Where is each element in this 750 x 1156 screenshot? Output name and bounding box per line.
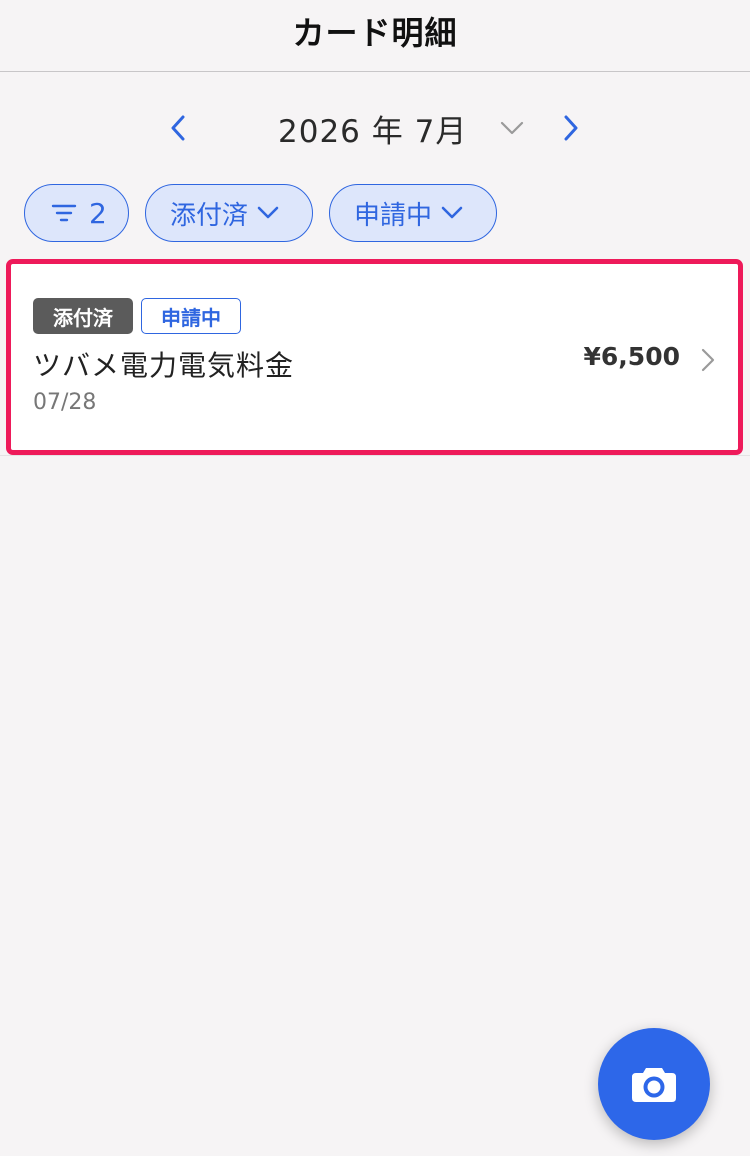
chevron-right-icon — [698, 346, 718, 374]
chevron-down-icon — [499, 120, 525, 136]
camera-icon — [632, 1068, 676, 1102]
transaction-badges: 添付済 申請中 — [33, 298, 241, 334]
page-title: カード明細 — [292, 14, 458, 52]
chevron-down-icon — [256, 205, 280, 221]
chevron-down-icon — [440, 205, 464, 221]
chevron-left-icon — [171, 115, 185, 141]
header-bar: カード明細 — [0, 0, 750, 72]
filter-chips: 2 添付済 申請中 — [24, 184, 497, 244]
camera-button[interactable] — [598, 1028, 710, 1140]
filter-count: 2 — [89, 196, 107, 230]
transaction-amount: ¥6,500 — [583, 342, 680, 371]
month-navigator: 2026 年 7月 — [0, 100, 750, 156]
filter-lines-icon — [51, 204, 77, 222]
merchant-name: ツバメ電力電気料金 — [33, 349, 295, 382]
next-month-button[interactable] — [551, 108, 591, 148]
status-badge: 申請中 — [141, 298, 241, 334]
list-divider — [0, 455, 750, 456]
month-label: 2026 年 7月 — [278, 113, 468, 150]
chevron-right-icon — [564, 115, 578, 141]
transaction-row[interactable]: 添付済 申請中 ツバメ電力電気料金 07/28 ¥6,500 — [6, 259, 743, 455]
card-statement-screen: カード明細 2026 年 7月 2 添付済 申請中 添付済 申請中 ツバメ電力電… — [0, 0, 750, 1156]
previous-month-button[interactable] — [158, 108, 198, 148]
attachment-filter-label: 添付済 — [170, 200, 249, 231]
month-selector[interactable]: 2026 年 7月 — [278, 106, 525, 150]
filter-button[interactable]: 2 — [24, 184, 129, 242]
attachment-filter-chip[interactable]: 添付済 — [145, 184, 313, 242]
attached-badge: 添付済 — [33, 298, 133, 334]
transaction-date: 07/28 — [33, 390, 97, 415]
status-filter-chip[interactable]: 申請中 — [329, 184, 497, 242]
status-filter-label: 申請中 — [354, 200, 433, 231]
